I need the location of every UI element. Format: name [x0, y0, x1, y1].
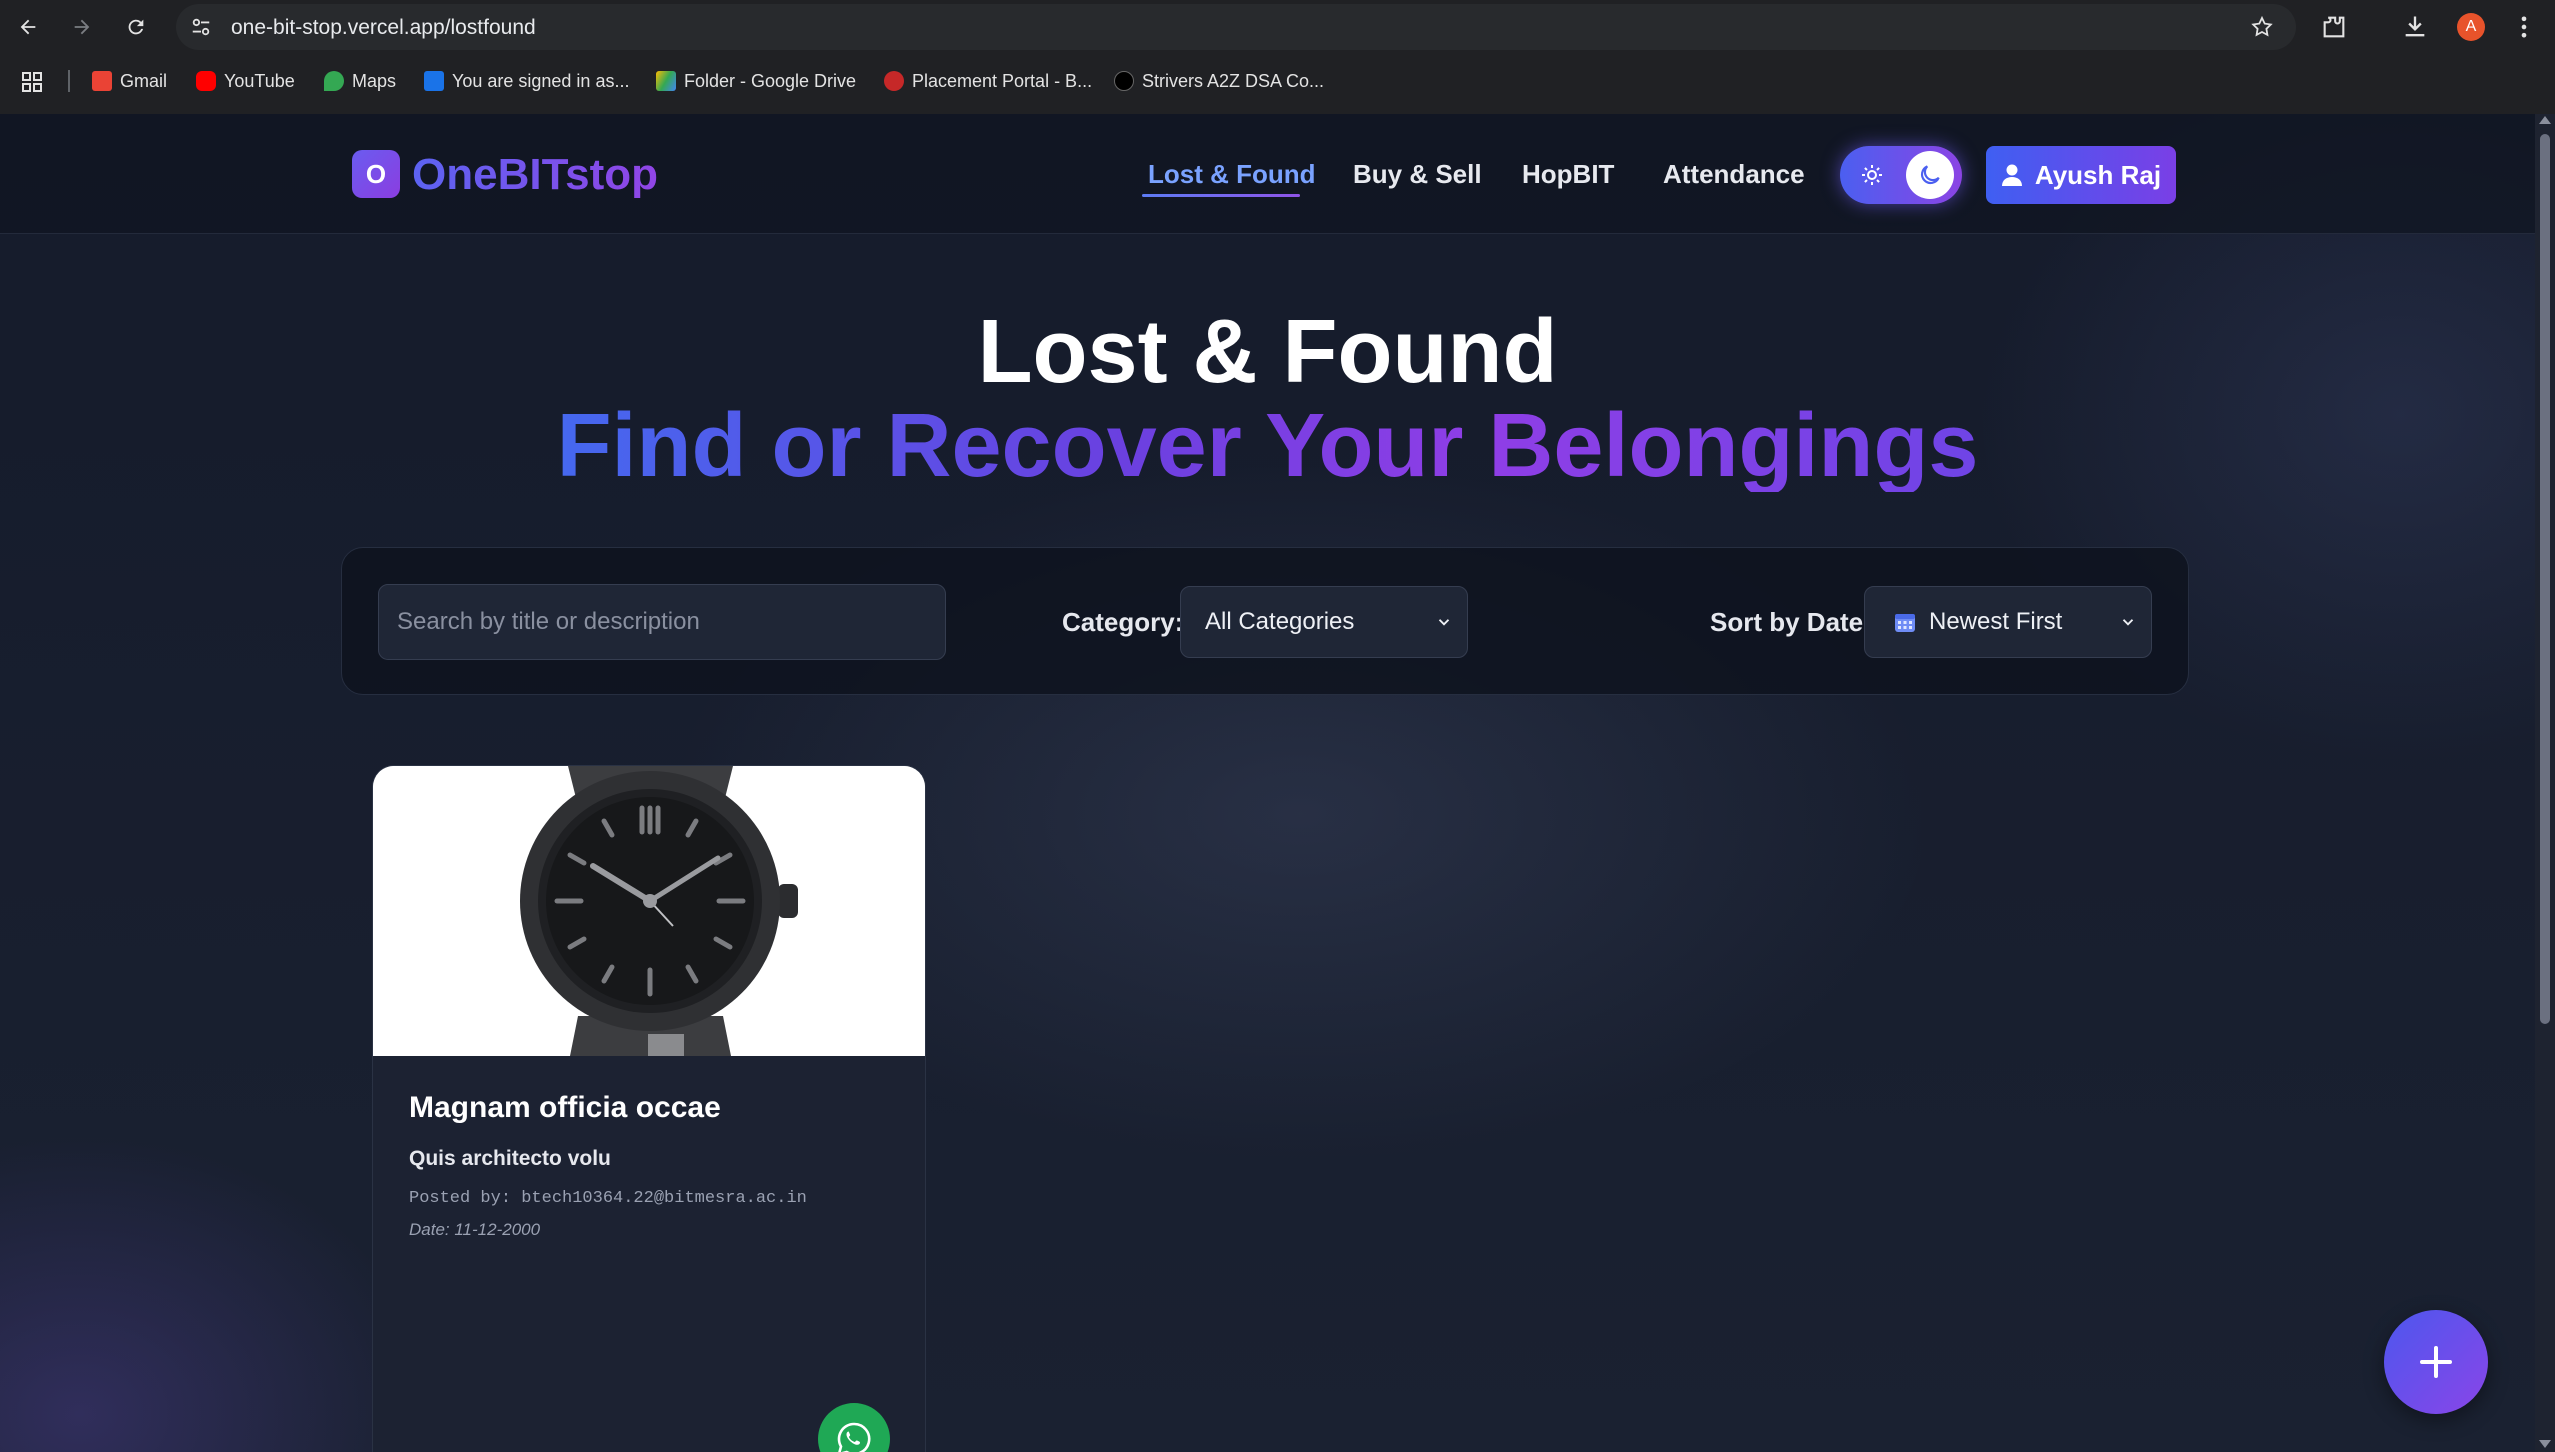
forward-button[interactable]	[64, 9, 100, 45]
calendar-icon	[1895, 614, 1915, 632]
s-icon	[424, 71, 444, 91]
bookmark-label: Maps	[352, 70, 397, 91]
bookmark-gmail[interactable]: Gmail	[92, 68, 167, 94]
url-text[interactable]: one-bit-stop.vercel.app/lostfound	[231, 16, 536, 40]
bookmark-star-icon[interactable]	[2250, 15, 2274, 39]
page-scrollbar[interactable]	[2535, 114, 2555, 1452]
page-title: Lost & Found	[977, 302, 1558, 402]
watch-image	[373, 766, 925, 1056]
user-name: Ayush Raj	[2034, 159, 2162, 190]
item-date: Date: 11-12-2000	[409, 1220, 541, 1239]
active-nav-indicator	[1142, 194, 1300, 197]
extensions-icon[interactable]	[2320, 13, 2348, 41]
site-navbar: O OneBITstop Lost & Found Buy & Sell Hop…	[0, 114, 2535, 234]
moon-icon	[1920, 165, 1940, 185]
chevron-down-icon	[1438, 619, 1450, 626]
filter-panel: Category: All Categories Sort by Date: N…	[341, 547, 2189, 695]
drive-icon	[656, 71, 676, 91]
arrow-right-icon	[74, 19, 90, 35]
category-select[interactable]: All Categories	[1180, 586, 1468, 658]
nav-hopbit[interactable]: HopBIT	[1522, 158, 1614, 190]
category-value: All Categories	[1205, 608, 1355, 635]
portal-icon	[884, 71, 904, 91]
whatsapp-contact-button[interactable]	[818, 1403, 890, 1452]
sort-label: Sort by Date:	[1710, 607, 1872, 637]
profile-avatar[interactable]: A	[2457, 13, 2485, 41]
bookmark-label: Placement Portal - B...	[912, 70, 1093, 91]
arrow-left-icon	[20, 19, 36, 35]
sort-value: Newest First	[1929, 608, 2063, 635]
user-profile-button[interactable]: Ayush Raj	[1986, 146, 2176, 204]
sun-icon	[1862, 165, 1882, 185]
page: O OneBITstop Lost & Found Buy & Sell Hop…	[0, 114, 2555, 1452]
nav-buy-sell[interactable]: Buy & Sell	[1353, 158, 1482, 190]
site-info-icon[interactable]	[190, 16, 212, 38]
bookmark-label: Folder - Google Drive	[684, 70, 857, 91]
item-card[interactable]: Magnam officia occae Quis architecto vol…	[372, 765, 926, 1452]
browser-toolbar: one-bit-stop.vercel.app/lostfound A	[0, 0, 2555, 54]
item-title: Magnam officia occae	[409, 1091, 721, 1124]
category-label: Category:	[1062, 607, 1184, 637]
logo-mark[interactable]: O	[352, 150, 400, 198]
user-icon	[2001, 164, 2022, 186]
bookmark-placement-portal[interactable]: Placement Portal - B...	[884, 68, 1092, 94]
bookmark-label: Strivers A2Z DSA Co...	[1142, 70, 1325, 91]
item-posted-by: Posted by: btech10364.22@bitmesra.ac.in	[409, 1189, 807, 1208]
scroll-down-arrow[interactable]	[2539, 1440, 2551, 1448]
back-button[interactable]	[10, 9, 46, 45]
bookmarks-bar: Gmail YouTube Maps You are signed in as.…	[0, 60, 2555, 102]
bookmark-label: You are signed in as...	[452, 70, 630, 91]
chevron-down-icon	[2122, 619, 2134, 626]
reload-icon	[128, 19, 144, 35]
maps-icon	[324, 71, 344, 91]
download-icon[interactable]	[2401, 13, 2429, 41]
nav-attendance[interactable]: Attendance	[1663, 158, 1805, 190]
scrollbar-thumb[interactable]	[2540, 134, 2550, 1024]
tuf-icon	[1114, 71, 1134, 91]
item-description: Quis architecto volu	[409, 1147, 611, 1170]
bookmark-drive[interactable]: Folder - Google Drive	[656, 68, 856, 94]
address-bar[interactable]: one-bit-stop.vercel.app/lostfound	[176, 4, 2296, 50]
theme-toggle[interactable]	[1840, 146, 1962, 204]
toggle-knob	[1906, 151, 1954, 199]
search-input[interactable]	[378, 584, 946, 660]
bookmark-label: Gmail	[120, 70, 168, 91]
gmail-icon	[92, 71, 112, 91]
reload-button[interactable]	[118, 9, 154, 45]
whatsapp-icon	[837, 1422, 871, 1452]
subtitle-text: Find or Recover Your Belongings	[557, 396, 1979, 492]
apps-grid-icon[interactable]	[20, 70, 44, 94]
item-image	[373, 766, 925, 1056]
bookmark-youtube[interactable]: YouTube	[196, 68, 295, 94]
plus-icon	[2420, 1346, 2452, 1378]
brand-logo[interactable]: OneBITstop	[412, 150, 658, 200]
browser-chrome: one-bit-stop.vercel.app/lostfound A Gmai…	[0, 0, 2555, 114]
sort-select[interactable]: Newest First	[1864, 586, 2152, 658]
nav-lost-found[interactable]: Lost & Found	[1148, 158, 1316, 190]
bookmark-label: YouTube	[224, 70, 295, 91]
bookmark-strivers[interactable]: Strivers A2Z DSA Co...	[1114, 68, 1324, 94]
scroll-up-arrow[interactable]	[2539, 116, 2551, 124]
page-subtitle: Find or Recover Your Belongings	[0, 396, 2535, 492]
bookmark-signed-in[interactable]: You are signed in as...	[424, 68, 629, 94]
add-item-button[interactable]	[2384, 1310, 2488, 1414]
youtube-icon	[196, 71, 216, 91]
bookmark-maps[interactable]: Maps	[324, 68, 396, 94]
more-vert-icon[interactable]	[2510, 13, 2538, 41]
bookmarks-divider	[68, 70, 70, 92]
